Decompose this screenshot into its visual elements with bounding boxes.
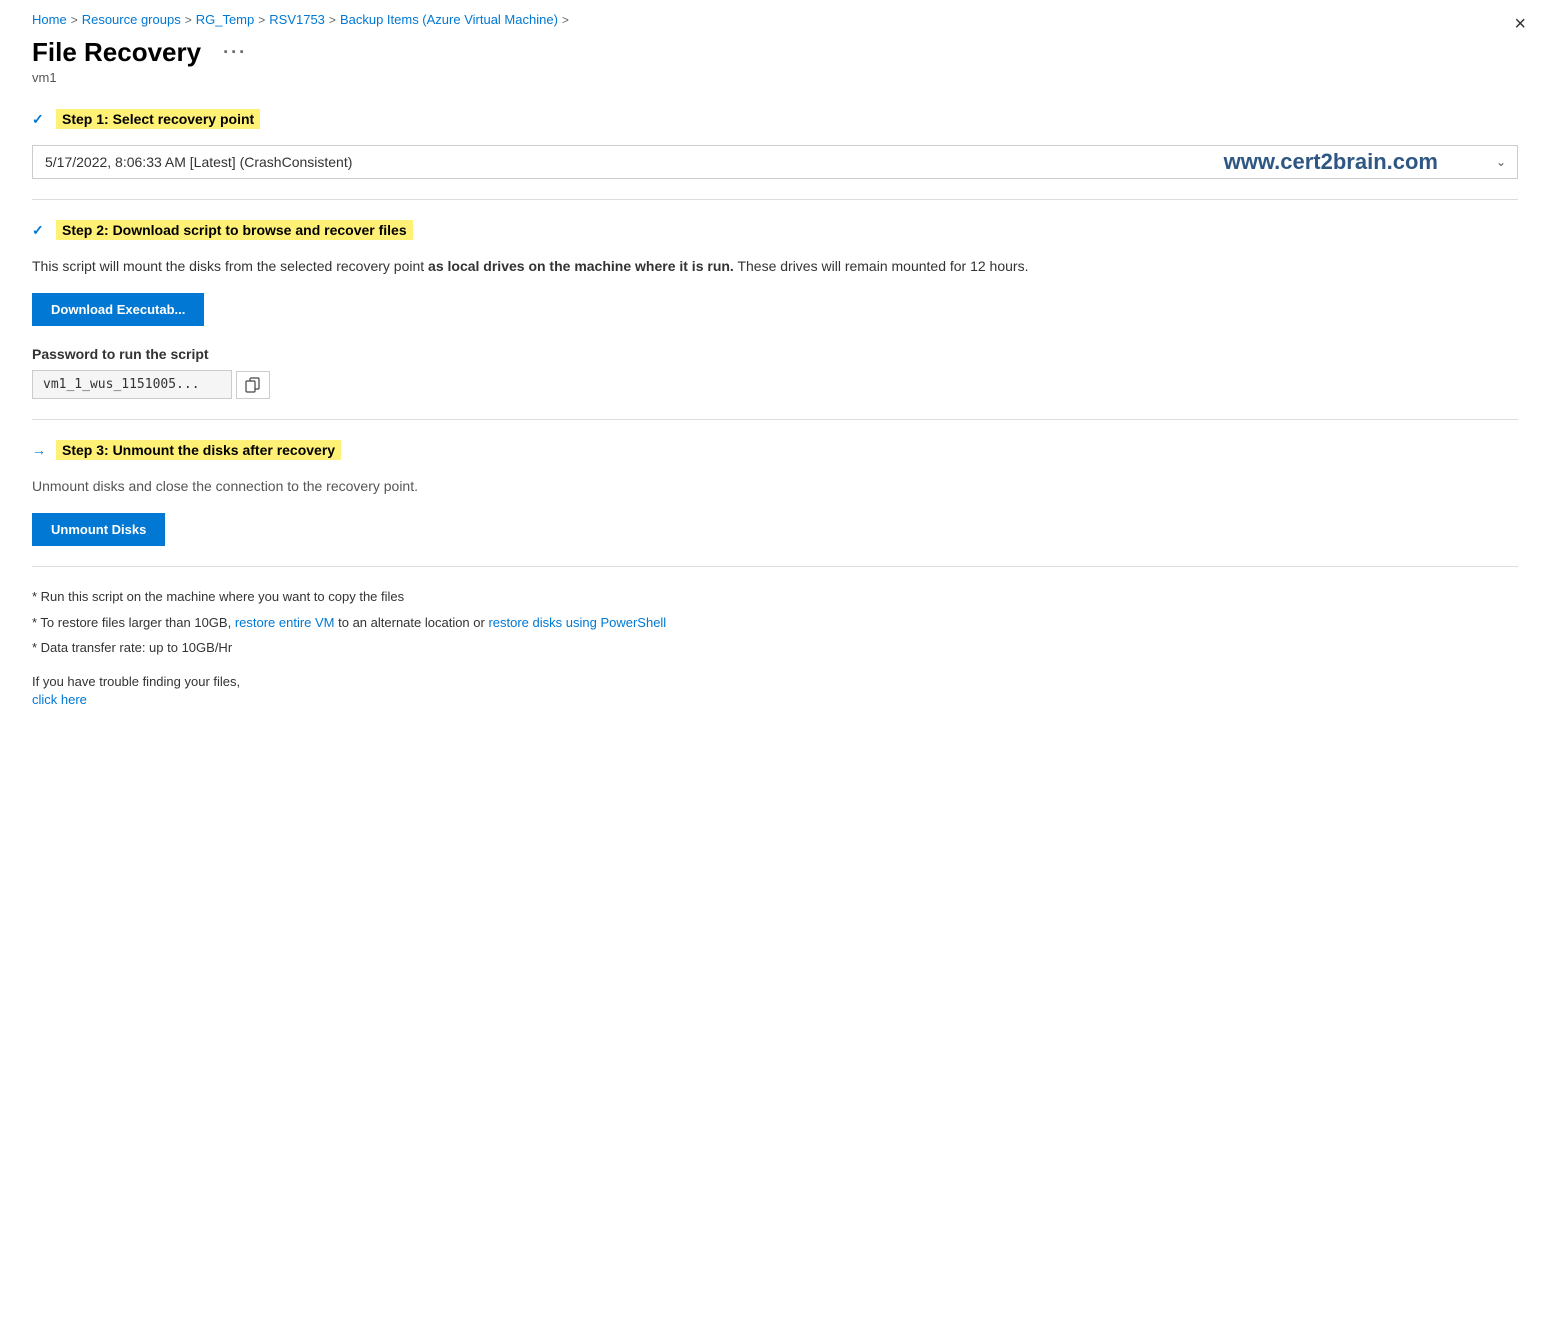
step3-header: → Step 3: Unmount the disks after recove…	[32, 440, 1518, 460]
page-container: Home > Resource groups > RG_Temp > RSV17…	[0, 0, 1550, 739]
note-2: * To restore files larger than 10GB, res…	[32, 613, 1518, 633]
step1-check-icon: ✓	[32, 111, 48, 128]
password-value: vm1_1_wus_1151005...	[32, 370, 232, 399]
step1-section: ✓ Step 1: Select recovery point 5/17/202…	[32, 109, 1518, 179]
step3-arrow-icon: →	[32, 442, 48, 458]
step1-header: ✓ Step 1: Select recovery point	[32, 109, 1518, 129]
step2-desc-bold: as local drives on the machine where it …	[428, 258, 734, 274]
step2-label: Step 2: Download script to browse and re…	[56, 220, 413, 240]
download-executable-button[interactable]: Download Executab...	[32, 293, 204, 326]
step3-description: Unmount disks and close the connection t…	[32, 476, 1518, 497]
divider-2	[32, 419, 1518, 420]
step2-desc-part2: These drives will remain mounted for 12 …	[734, 258, 1029, 274]
step3-section: → Step 3: Unmount the disks after recove…	[32, 440, 1518, 546]
step2-desc-part1: This script will mount the disks from th…	[32, 258, 428, 274]
close-button[interactable]: ×	[1514, 14, 1526, 34]
divider-1	[32, 199, 1518, 200]
step2-header: ✓ Step 2: Download script to browse and …	[32, 220, 1518, 240]
divider-3	[32, 566, 1518, 567]
breadcrumb-backup-items[interactable]: Backup Items (Azure Virtual Machine)	[340, 12, 558, 27]
page-subtitle: vm1	[32, 70, 1518, 85]
breadcrumb-sep-4: >	[329, 13, 336, 27]
breadcrumb-sep-5: >	[562, 13, 569, 27]
notes-section: * Run this script on the machine where y…	[32, 587, 1518, 658]
dropdown-container: 5/17/2022, 8:06:33 AM [Latest] (CrashCon…	[32, 145, 1518, 179]
breadcrumb-sep-3: >	[258, 13, 265, 27]
password-section: Password to run the script vm1_1_wus_115…	[32, 346, 1518, 399]
breadcrumb-resource-groups[interactable]: Resource groups	[82, 12, 181, 27]
breadcrumb-home[interactable]: Home	[32, 12, 67, 27]
breadcrumb-rg-temp[interactable]: RG_Temp	[196, 12, 255, 27]
password-label: Password to run the script	[32, 346, 1518, 362]
more-options-button[interactable]: ···	[217, 40, 253, 65]
step2-section: ✓ Step 2: Download script to browse and …	[32, 220, 1518, 399]
step2-description: This script will mount the disks from th…	[32, 256, 1518, 277]
step1-label: Step 1: Select recovery point	[56, 109, 260, 129]
unmount-disks-button[interactable]: Unmount Disks	[32, 513, 165, 546]
page-title: File Recovery	[32, 37, 201, 68]
trouble-section: If you have trouble finding your files, …	[32, 674, 1518, 707]
breadcrumb-sep-2: >	[185, 13, 192, 27]
password-field-container: vm1_1_wus_1151005...	[32, 370, 1518, 399]
click-here-link[interactable]: click here	[32, 692, 87, 707]
note-3: * Data transfer rate: up to 10GB/Hr	[32, 638, 1518, 658]
trouble-text: If you have trouble finding your files,	[32, 674, 1518, 689]
breadcrumb: Home > Resource groups > RG_Temp > RSV17…	[32, 12, 1518, 27]
step3-label: Step 3: Unmount the disks after recovery	[56, 440, 341, 460]
breadcrumb-sep-1: >	[71, 13, 78, 27]
copy-icon	[245, 377, 261, 393]
step2-check-icon: ✓	[32, 222, 48, 239]
recovery-point-dropdown-wrapper: 5/17/2022, 8:06:33 AM [Latest] (CrashCon…	[32, 145, 1518, 179]
breadcrumb-rsv1753[interactable]: RSV1753	[269, 12, 325, 27]
restore-entire-vm-link[interactable]: restore entire VM	[235, 615, 335, 630]
page-header: File Recovery ···	[32, 37, 1518, 68]
note-1: * Run this script on the machine where y…	[32, 587, 1518, 607]
restore-disks-powershell-link[interactable]: restore disks using PowerShell	[488, 615, 666, 630]
recovery-point-select[interactable]: 5/17/2022, 8:06:33 AM [Latest] (CrashCon…	[32, 145, 1518, 179]
copy-password-button[interactable]	[236, 371, 270, 399]
